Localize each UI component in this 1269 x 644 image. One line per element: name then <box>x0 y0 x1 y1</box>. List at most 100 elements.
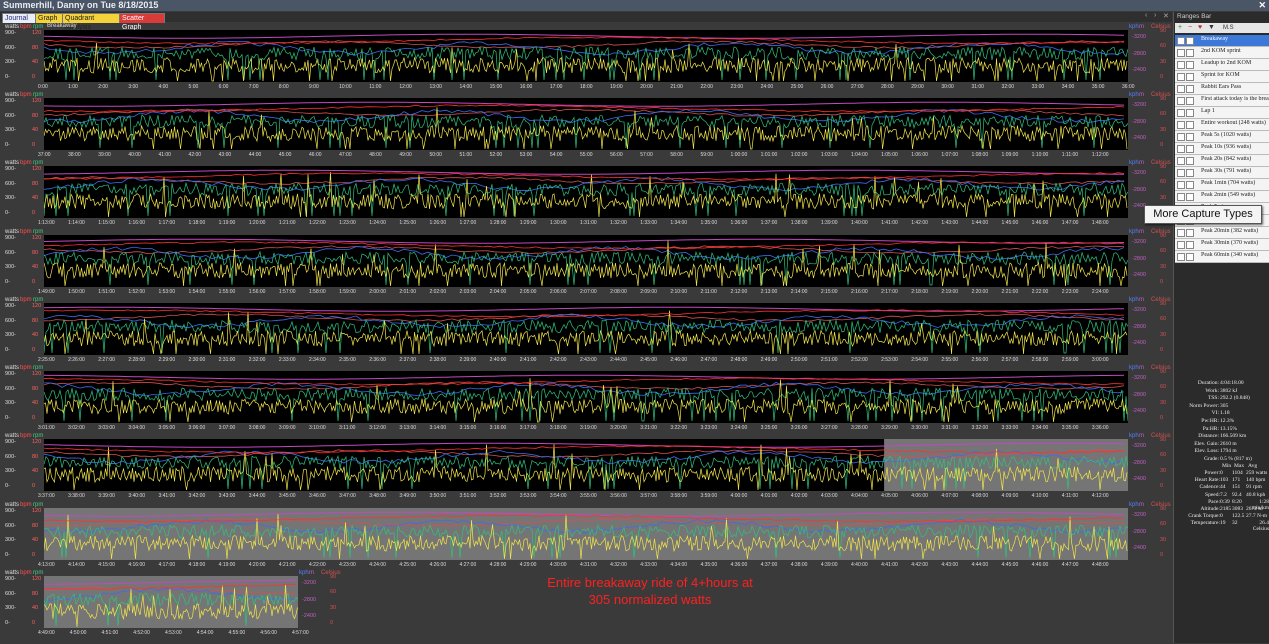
range-checkbox[interactable] <box>1177 37 1185 45</box>
graph-plot-3[interactable] <box>44 166 1128 218</box>
range-visibility-checkbox[interactable] <box>1186 145 1194 153</box>
add-icon[interactable]: + <box>1178 23 1182 33</box>
graph-plot-6[interactable] <box>44 371 1128 423</box>
time-tick-label: 4:10:00 <box>1031 493 1049 499</box>
tab-prev-icon[interactable]: ‹ <box>1145 12 1147 19</box>
range-visibility-checkbox[interactable] <box>1186 193 1194 201</box>
range-checkbox[interactable] <box>1177 193 1185 201</box>
range-visibility-checkbox[interactable] <box>1186 253 1194 261</box>
range-item[interactable]: Entire workout (248 watts) <box>1175 119 1269 131</box>
altitude-tick: -3200 <box>1132 375 1147 381</box>
filter-icon[interactable]: ▼ <box>1208 23 1215 33</box>
range-checkbox[interactable] <box>1177 49 1185 57</box>
range-checkbox[interactable] <box>1177 85 1185 93</box>
graph-strip-4[interactable]: watts bpm rpm kph m Celsius 900- 120 600- 80 300- 4… <box>0 229 1171 303</box>
graph-plot-2[interactable] <box>44 98 1128 150</box>
range-item[interactable]: Peak 20min (382 watts) <box>1175 227 1269 239</box>
time-tick-label: 1:47:00 <box>1061 220 1079 226</box>
graph-strip-7[interactable]: watts bpm rpm kph m Celsius 900- 120 600- 80 300- 4… <box>0 433 1171 507</box>
tab-close-icon[interactable]: ✕ <box>1163 12 1169 20</box>
range-item[interactable]: Peak 60min (340 watts) <box>1175 251 1269 263</box>
range-checkbox[interactable] <box>1177 133 1185 141</box>
range-visibility-checkbox[interactable] <box>1186 229 1194 237</box>
range-visibility-checkbox[interactable] <box>1186 37 1194 45</box>
range-visibility-checkbox[interactable] <box>1186 169 1194 177</box>
range-checkbox[interactable] <box>1177 169 1185 177</box>
range-visibility-checkbox[interactable] <box>1186 133 1194 141</box>
graph-strip-1[interactable]: watts bpm rpm kph m Celsius 900- 120 600- 80 300- 4… <box>0 23 1171 98</box>
range-item[interactable]: Peak 1min (704 watts) <box>1175 179 1269 191</box>
time-tick-label: 1:37:00 <box>760 220 778 226</box>
graph-plot-4[interactable] <box>44 235 1128 287</box>
range-item[interactable]: 2nd KOM sprint <box>1175 47 1269 59</box>
range-item[interactable]: Peak 5s (1020 watts) <box>1175 131 1269 143</box>
range-visibility-checkbox[interactable] <box>1186 181 1194 189</box>
graph-strip-2[interactable]: watts bpm rpm kph m Celsius 900- 120 600- 80 300- 4… <box>0 92 1171 166</box>
time-tick-label: 15:00 <box>489 84 503 90</box>
time-tick-label: 1:11:00 <box>1061 152 1079 158</box>
heart-rate-tick: 0 <box>32 74 36 80</box>
range-checkbox[interactable] <box>1177 109 1185 117</box>
range-visibility-checkbox[interactable] <box>1186 97 1194 105</box>
graph-strip-3[interactable]: watts bpm rpm kph m Celsius 900- 120 600- 80 300- 4… <box>0 160 1171 234</box>
graph-plot-1[interactable] <box>44 30 1128 82</box>
heart-rate-tick: 40 <box>32 59 39 66</box>
range-item[interactable]: Leadup to 2nd KOM <box>1175 59 1269 71</box>
range-item[interactable]: Peak 10s (936 watts) <box>1175 143 1269 155</box>
graph-plot-9[interactable] <box>44 576 298 628</box>
range-item[interactable]: Lap 1 <box>1175 107 1269 119</box>
range-visibility-checkbox[interactable] <box>1186 109 1194 117</box>
range-item[interactable]: Sprint for KOM <box>1175 71 1269 83</box>
range-item[interactable]: Peak 30min (370 watts) <box>1175 239 1269 251</box>
tab-scatter-graph[interactable]: Scatter Graph <box>119 13 165 31</box>
tab-journal[interactable]: Journal <box>2 13 36 23</box>
range-item[interactable]: Rabbit Ears Pass <box>1175 83 1269 95</box>
range-item[interactable]: First attack today is the break <box>1175 95 1269 107</box>
time-tick-label: 2:10:00 <box>670 289 688 295</box>
graph-strip-9[interactable]: watts bpm rpm kph m Celsius 900- 120 600- 80 300- 4… <box>0 570 341 644</box>
heart-rate-tick: 120 <box>32 439 42 445</box>
range-visibility-checkbox[interactable] <box>1186 49 1194 57</box>
delete-icon[interactable]: − <box>1188 23 1192 33</box>
range-checkbox[interactable] <box>1177 241 1185 249</box>
range-checkbox[interactable] <box>1177 181 1185 189</box>
close-icon[interactable]: ✕ <box>1258 0 1266 11</box>
range-visibility-checkbox[interactable] <box>1186 73 1194 81</box>
range-visibility-checkbox[interactable] <box>1186 157 1194 165</box>
range-item[interactable]: Peak 20s (842 watts) <box>1175 155 1269 167</box>
heart-icon[interactable]: ♥ <box>1198 23 1202 33</box>
time-tick-label: 1:38:00 <box>790 220 808 226</box>
range-checkbox[interactable] <box>1177 61 1185 69</box>
range-checkbox[interactable] <box>1177 145 1185 153</box>
range-visibility-checkbox[interactable] <box>1186 121 1194 129</box>
range-checkbox[interactable] <box>1177 121 1185 129</box>
range-checkbox[interactable] <box>1177 229 1185 237</box>
temperature-tick: 60 <box>1160 179 1167 186</box>
tab-next-icon[interactable]: › <box>1154 12 1156 19</box>
temperature-tick: 30 <box>1160 126 1167 133</box>
range-visibility-checkbox[interactable] <box>1186 85 1194 93</box>
time-tick-label: 1:22:00 <box>309 220 326 226</box>
range-item[interactable]: Peak 30s (791 watts) <box>1175 167 1269 179</box>
range-checkbox[interactable] <box>1177 253 1185 261</box>
graph-strip-5[interactable]: watts bpm rpm kph m Celsius 900- 120 600- 80 300- 4… <box>0 297 1171 371</box>
temperature-tick: 60 <box>1160 452 1167 459</box>
time-tick-label: 1:58:00 <box>309 289 326 295</box>
range-checkbox[interactable] <box>1177 97 1185 105</box>
range-visibility-checkbox[interactable] <box>1186 241 1194 249</box>
range-item[interactable]: Breakaway <box>1175 35 1269 47</box>
graph-strip-6[interactable]: watts bpm rpm kph m Celsius 900- 120 600- 80 300- 4… <box>0 365 1171 439</box>
graph-plot-5[interactable] <box>44 303 1128 355</box>
range-checkbox[interactable] <box>1177 73 1185 81</box>
graph-plot-8[interactable] <box>44 508 1128 560</box>
graph-plot-7[interactable] <box>44 439 1128 491</box>
range-checkbox[interactable] <box>1177 157 1185 165</box>
range-item[interactable]: Peak 2min (549 watts) <box>1175 191 1269 203</box>
graph-strip-8[interactable]: watts bpm rpm kph m Celsius 900- 120 600- 80 300- 4… <box>0 502 1171 576</box>
range-visibility-checkbox[interactable] <box>1186 61 1194 69</box>
tab-bar: Journal Graph Quadrant Analysis Scatter Gra… <box>0 12 1172 31</box>
tab-graph[interactable]: Graph <box>35 13 63 23</box>
time-tick-label: 1:08:00 <box>971 152 989 158</box>
tab-quadrant-analysis[interactable]: Quadrant Analysis <box>62 13 120 31</box>
time-tick-label: 4:35:00 <box>700 562 718 568</box>
